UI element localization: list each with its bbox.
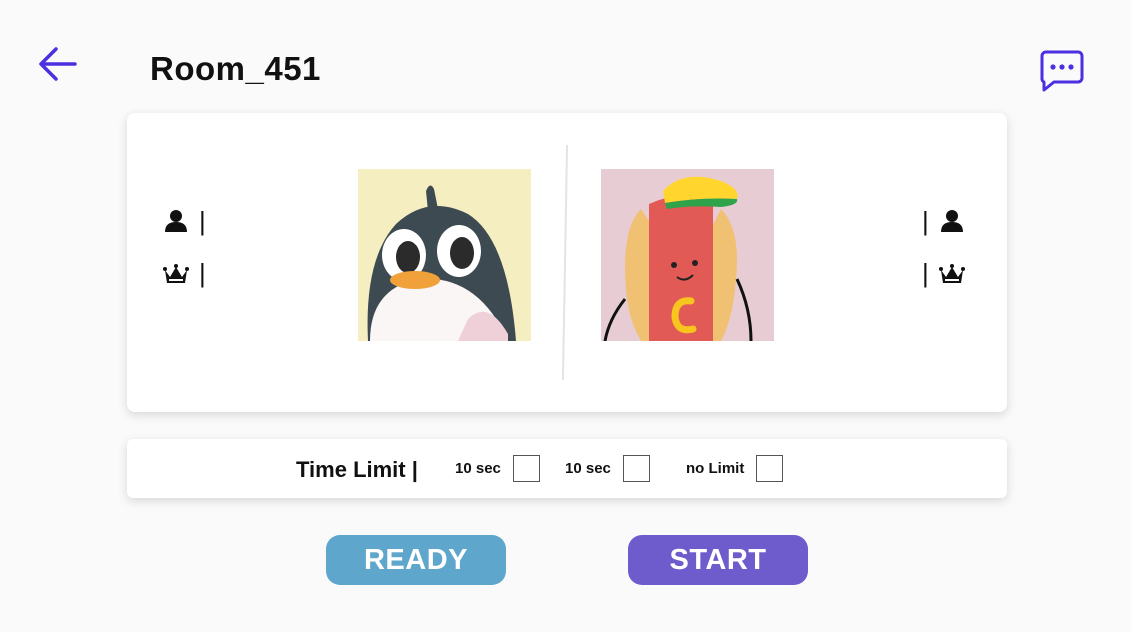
right-player-wins-row: |: [912, 260, 965, 286]
players-divider: [561, 145, 569, 380]
separator: |: [199, 258, 206, 288]
time-option-checkbox[interactable]: [756, 455, 784, 482]
start-button[interactable]: START: [628, 535, 808, 585]
time-limit-label: Time Limit |: [296, 457, 418, 482]
time-option-label: 10 sec: [455, 460, 501, 477]
room-title: Room_451: [150, 50, 321, 87]
right-player-avatar: [601, 169, 774, 341]
hotdog-image: [603, 176, 753, 341]
separator: |: [922, 206, 929, 236]
time-option-checkbox[interactable]: [622, 455, 650, 482]
time-option-checkbox[interactable]: [512, 455, 540, 482]
user-icon: [165, 210, 187, 232]
back-button[interactable]: [36, 44, 80, 84]
user-icon: [940, 210, 963, 232]
chat-button[interactable]: [1038, 48, 1086, 92]
time-option-10sec-b[interactable]: 10 sec: [565, 455, 650, 482]
time-option-label: 10 sec: [565, 460, 611, 477]
separator: |: [199, 206, 206, 236]
left-player-name-row: |: [163, 208, 216, 234]
crown-icon: [163, 264, 189, 283]
time-option-10sec-a[interactable]: 10 sec: [455, 455, 540, 482]
penguin-image: [367, 185, 516, 341]
separator: |: [922, 258, 929, 288]
left-player-wins-row: |: [163, 260, 216, 286]
arrow-left-icon: [39, 47, 77, 81]
players-panel: | | | |: [127, 113, 1007, 412]
time-option-label: no Limit: [686, 460, 745, 477]
crown-icon: [938, 264, 965, 283]
time-limit-panel: Time Limit | 10 sec 10 sec no Limit: [127, 439, 1007, 498]
ready-button[interactable]: READY: [326, 535, 506, 585]
right-player-name-row: |: [912, 208, 965, 234]
chat-bubble-icon: [1040, 50, 1084, 92]
left-player-avatar: [358, 169, 531, 341]
time-option-no-limit[interactable]: no Limit: [686, 455, 784, 482]
